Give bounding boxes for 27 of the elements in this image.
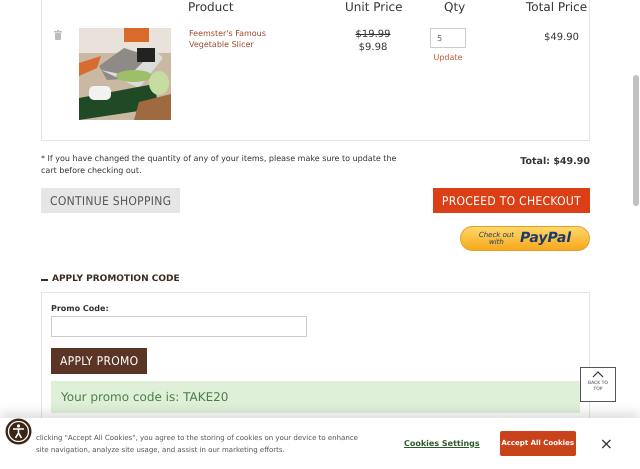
- checkout-button[interactable]: PROCEED TO CHECKOUT: [432, 188, 590, 213]
- scrollbar-thumb[interactable]: [633, 75, 639, 206]
- sale-price: $9.98: [358, 41, 388, 54]
- promo-code-field[interactable]: [51, 316, 307, 337]
- chevron-up-icon: [592, 371, 604, 378]
- cart-total: Total: $49.90: [520, 155, 590, 169]
- trash-icon[interactable]: [54, 30, 62, 40]
- section-heading[interactable]: APPLY PROMOTION CODE: [52, 273, 180, 286]
- original-price: $19.99: [354, 28, 392, 41]
- cart-note: * If you have changed the quantity of any of your items, please make sure to update the cart before checking out.: [41, 153, 398, 177]
- continue-shopping-button[interactable]: CONTINUE SHOPPING: [41, 188, 180, 213]
- promo-message: Your promo code is: TAKE20: [51, 380, 580, 412]
- close-button[interactable]: ×: [600, 432, 614, 456]
- paypal-logo: PayPal: [520, 229, 572, 248]
- quantity-field[interactable]: 5: [430, 28, 466, 48]
- update-link[interactable]: Update: [434, 52, 462, 64]
- collapse-toggle-icon[interactable]: [41, 278, 48, 281]
- cookies-settings-link[interactable]: Cookies Settings: [404, 438, 480, 450]
- field-label: Promo Code:: [51, 302, 110, 314]
- accessibility-icon[interactable]: [5, 418, 32, 445]
- column-header: Product: [188, 0, 234, 14]
- apply-promo-button[interactable]: APPLY PROMO: [51, 348, 148, 374]
- column-header: Unit Price: [345, 0, 403, 14]
- product-link[interactable]: Feemster's Famous Vegetable Slicer: [189, 28, 304, 120]
- column-header: Total Price: [526, 0, 588, 14]
- column-header: Qty: [444, 0, 466, 14]
- line-total: $49.90: [544, 31, 579, 45]
